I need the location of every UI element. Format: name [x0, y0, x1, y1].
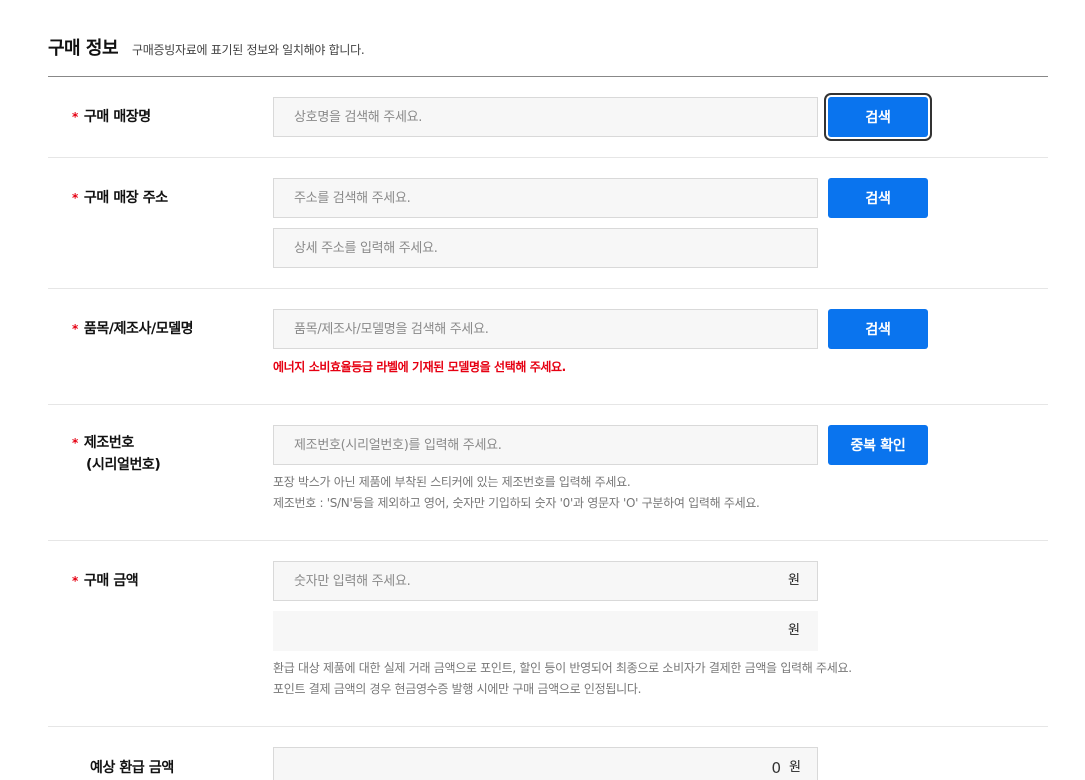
section-title: 구매 정보: [48, 38, 119, 59]
row-divider: [48, 404, 1048, 405]
header-divider: [48, 76, 1048, 77]
store-address-label: * 구매 매장 주소: [72, 190, 168, 206]
required-mark: *: [72, 436, 78, 450]
serial-duplicate-check-button[interactable]: 중복 확인: [828, 425, 928, 465]
row-divider: [48, 157, 1048, 158]
price-secondary-unit: 원: [788, 623, 800, 638]
refund-label: 예상 환급 금액: [90, 760, 174, 776]
row-divider: [48, 288, 1048, 289]
product-search-button[interactable]: 검색: [828, 309, 928, 349]
row-divider: [48, 540, 1048, 541]
serial-input[interactable]: [273, 425, 818, 465]
serial-hint: 포장 박스가 아닌 제품에 부착된 스티커에 있는 제조번호를 입력해 주세요.…: [273, 475, 760, 510]
price-input[interactable]: [273, 561, 818, 601]
store-name-input[interactable]: [273, 97, 818, 137]
product-label: * 품목/제조사/모델명: [72, 321, 194, 337]
price-secondary-input[interactable]: [273, 611, 818, 651]
price-label: * 구매 금액: [72, 573, 139, 589]
refund-amount-box: 0 원: [273, 747, 818, 780]
store-name-search-button[interactable]: 검색: [828, 97, 928, 137]
store-address-detail-input[interactable]: [273, 228, 818, 268]
store-address-search-button[interactable]: 검색: [828, 178, 928, 218]
store-name-label: * 구매 매장명: [72, 109, 151, 125]
product-input[interactable]: [273, 309, 818, 349]
row-divider: [48, 726, 1048, 727]
serial-label: * 제조번호 (시리얼번호): [72, 435, 161, 473]
required-mark: *: [72, 574, 78, 588]
required-mark: *: [72, 191, 78, 205]
required-mark: *: [72, 322, 78, 336]
price-unit: 원: [788, 573, 800, 588]
price-hint: 환급 대상 제품에 대한 실제 거래 금액으로 포인트, 할인 등이 반영되어 …: [273, 661, 852, 696]
section-header: 구매 정보 구매증빙자료에 표기된 정보와 일치해야 합니다.: [48, 34, 365, 60]
section-subtitle: 구매증빙자료에 표기된 정보와 일치해야 합니다.: [132, 43, 365, 57]
store-address-input[interactable]: [273, 178, 818, 218]
product-warning: 에너지 소비효율등급 라벨에 기재된 모델명을 선택해 주세요.: [273, 360, 566, 374]
refund-amount-unit: 원: [789, 760, 801, 775]
refund-amount-value: 0: [771, 759, 781, 777]
required-mark: *: [72, 110, 78, 124]
